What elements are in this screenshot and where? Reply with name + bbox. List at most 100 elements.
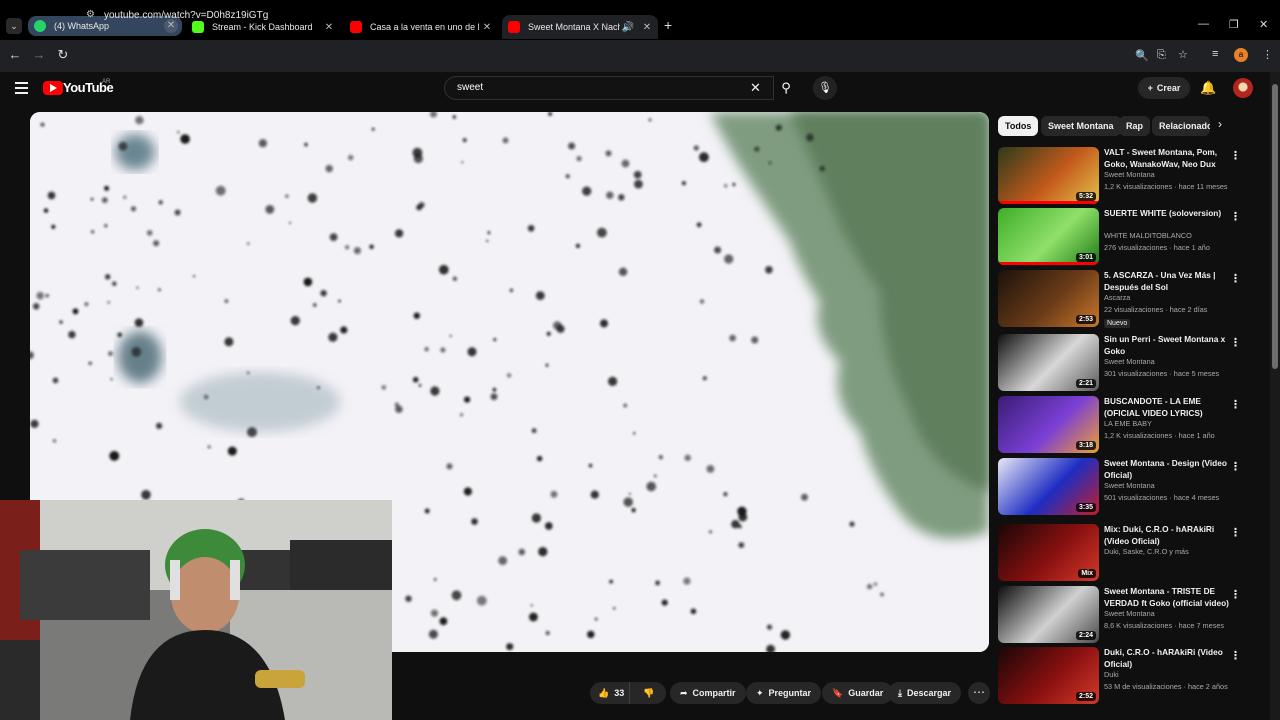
search-icon[interactable]: ⚲	[774, 76, 798, 100]
video-title[interactable]: Sweet Montana - Design (Video Oficial)	[1104, 458, 1230, 481]
video-thumbnail[interactable]: Mix	[998, 524, 1099, 581]
channel-name[interactable]: Duki, Saske, C.R.O y más	[1104, 547, 1189, 556]
address-bar[interactable]	[80, 44, 1200, 68]
tab-casa-venta[interactable]: Casa a la venta en uno de los b ✕	[344, 15, 498, 39]
video-title[interactable]: Sin un Perri - Sweet Montana x Goko	[1104, 334, 1230, 357]
close-tab-icon[interactable]: ✕	[480, 22, 494, 33]
chip-sweet-montana[interactable]: Sweet Montana	[1041, 116, 1121, 136]
recommendation-item[interactable]: 5:32 VALT - Sweet Montana, Pom, Goko, Wan…	[998, 147, 1248, 205]
video-title[interactable]: VALT - Sweet Montana, Pom, Goko, WanakoW…	[1104, 147, 1230, 170]
video-thumbnail[interactable]: 2:53	[998, 270, 1099, 327]
more-actions-icon[interactable]: ⋯	[968, 682, 990, 704]
duration-badge: 3:01	[1075, 253, 1096, 262]
voice-search-icon[interactable]: 🎙	[813, 76, 837, 100]
thumbs-up-icon: 👍	[598, 687, 610, 698]
recommendation-item[interactable]: 2:21 Sin un Perri - Sweet Montana x Goko S…	[998, 334, 1248, 392]
video-title[interactable]: SUERTE WHITE (soloversion)	[1104, 208, 1230, 220]
search-input[interactable]	[444, 76, 774, 100]
reload-icon[interactable]: ↻	[54, 47, 72, 63]
clear-search-icon[interactable]: ✕	[750, 80, 761, 96]
recommendation-item[interactable]: 2:53 5. ASCARZA - Una Vez Más | Después d…	[998, 270, 1248, 328]
profile-avatar[interactable]: a	[1234, 48, 1248, 62]
youtube-logo-icon[interactable]	[43, 81, 63, 95]
kebab-menu-icon[interactable]: ⋮	[1230, 149, 1241, 162]
video-title[interactable]: Sweet Montana - TRISTE DE VERDAD ft Goko…	[1104, 586, 1230, 609]
close-tab-icon[interactable]: ✕	[640, 22, 654, 33]
close-tab-icon[interactable]: ✕	[164, 19, 178, 33]
kebab-menu-icon[interactable]: ⋮	[1230, 460, 1241, 473]
close-window-icon[interactable]: ✕	[1259, 18, 1268, 31]
duration-badge: 2:21	[1075, 379, 1096, 388]
ask-button[interactable]: ✦ Preguntar	[746, 682, 822, 704]
video-thumbnail[interactable]: 2:52	[998, 647, 1099, 704]
channel-name[interactable]: WHITE MALDITOBLANCO	[1104, 231, 1192, 240]
close-tab-icon[interactable]: ✕	[322, 22, 336, 33]
kebab-menu-icon[interactable]: ⋮	[1230, 526, 1241, 539]
kebab-menu-icon[interactable]: ⋮	[1230, 210, 1241, 223]
browser-menu-icon[interactable]: ⋮	[1262, 48, 1273, 61]
account-avatar[interactable]	[1233, 78, 1253, 98]
notifications-bell-icon[interactable]: 🔔	[1200, 80, 1216, 96]
site-info-icon[interactable]: ⚙	[86, 9, 95, 20]
ask-label: Preguntar	[768, 688, 812, 698]
scrollbar-thumb[interactable]	[1272, 84, 1278, 369]
channel-name[interactable]: Ascarza	[1104, 293, 1130, 302]
channel-name[interactable]: Sweet Montana	[1104, 481, 1155, 490]
chip-relacionado[interactable]: Relacionado	[1152, 116, 1210, 136]
duration-badge: 5:32	[1075, 192, 1096, 201]
channel-name[interactable]: LA EME BABY	[1104, 419, 1152, 428]
save-button[interactable]: 🔖 Guardar	[822, 682, 894, 704]
kebab-menu-icon[interactable]: ⋮	[1230, 649, 1241, 662]
media-controls-icon[interactable]: ≡	[1212, 48, 1218, 60]
bookmark-star-icon[interactable]: ☆	[1178, 48, 1188, 61]
share-button[interactable]: ➦ Compartir	[670, 682, 746, 704]
search-query[interactable]: sweet	[457, 82, 483, 93]
create-button[interactable]: + Crear	[1138, 77, 1190, 99]
recommendation-item[interactable]: 3:18 BUSCANDOTE - LA EME (OFICIAL VIDEO L…	[998, 396, 1248, 454]
video-meta: 1,2 K visualizaciones · hace 11 meses	[1104, 182, 1228, 191]
video-thumbnail[interactable]: 2:24	[998, 586, 1099, 643]
video-thumbnail[interactable]: 2:21	[998, 334, 1099, 391]
kebab-menu-icon[interactable]: ⋮	[1230, 336, 1241, 349]
video-title[interactable]: Mix: Duki, C.R.O - hARAkiRi (Video Ofici…	[1104, 524, 1230, 547]
watch-progress-bar	[998, 201, 1099, 204]
channel-name[interactable]: Sweet Montana	[1104, 170, 1155, 179]
restore-icon[interactable]: ❐	[1229, 18, 1239, 31]
video-title[interactable]: 5. ASCARZA - Una Vez Más | Después del S…	[1104, 270, 1230, 293]
speaker-icon[interactable]: 🔊	[620, 22, 636, 33]
recommendation-item[interactable]: Mix Mix: Duki, C.R.O - hARAkiRi (Video Of…	[998, 524, 1248, 582]
dislike-button[interactable]: 👎	[635, 688, 654, 699]
tab-sweet-montana[interactable]: Sweet Montana X Nacho R 🔊 ✕	[502, 15, 658, 39]
kebab-menu-icon[interactable]: ⋮	[1230, 398, 1241, 411]
channel-name[interactable]: Sweet Montana	[1104, 357, 1155, 366]
video-title[interactable]: Duki, C.R.O - hARAkiRi (Video Oficial)	[1104, 647, 1230, 670]
minimize-icon[interactable]: —	[1198, 18, 1209, 30]
video-thumbnail[interactable]: 3:01	[998, 208, 1099, 265]
download-button[interactable]: ⤓ Descargar	[888, 682, 962, 704]
kebab-menu-icon[interactable]: ⋮	[1230, 588, 1241, 601]
url-text[interactable]: youtube.com/watch?v=D0h8z19iGTg	[104, 10, 268, 21]
country-code: AR	[102, 79, 111, 85]
install-app-icon[interactable]: ⎘	[1157, 49, 1166, 62]
video-thumbnail[interactable]: 3:18	[998, 396, 1099, 453]
video-thumbnail[interactable]: 5:32	[998, 147, 1099, 204]
channel-name[interactable]: Sweet Montana	[1104, 609, 1155, 618]
video-thumbnail[interactable]: 3:35	[998, 458, 1099, 515]
recommendation-item[interactable]: 2:52 Duki, C.R.O - hARAkiRi (Video Oficia…	[998, 647, 1248, 705]
recommendation-item[interactable]: 3:01 SUERTE WHITE (soloversion) WHITE MALD…	[998, 208, 1248, 266]
new-tab-button[interactable]: +	[664, 17, 672, 33]
channel-name[interactable]: Duki	[1104, 670, 1119, 679]
guide-menu-icon[interactable]	[15, 82, 28, 97]
like-button[interactable]: 👍 33	[590, 682, 630, 704]
kebab-menu-icon[interactable]: ⋮	[1230, 272, 1241, 285]
back-icon[interactable]: ←	[6, 47, 24, 62]
zoom-icon[interactable]: 🔍	[1135, 49, 1149, 62]
recommendation-item[interactable]: 2:24 Sweet Montana - TRISTE DE VERDAD ft …	[998, 586, 1248, 644]
chevron-right-icon[interactable]: ›	[1218, 117, 1222, 131]
video-title[interactable]: BUSCANDOTE - LA EME (OFICIAL VIDEO LYRIC…	[1104, 396, 1230, 419]
chip-todos[interactable]: Todos	[998, 116, 1039, 136]
chip-rap[interactable]: Rap	[1119, 116, 1151, 136]
forward-icon[interactable]: →	[30, 47, 48, 62]
tab-search-button[interactable]: ⌄	[6, 18, 22, 34]
recommendation-item[interactable]: 3:35 Sweet Montana - Design (Video Oficia…	[998, 458, 1248, 516]
